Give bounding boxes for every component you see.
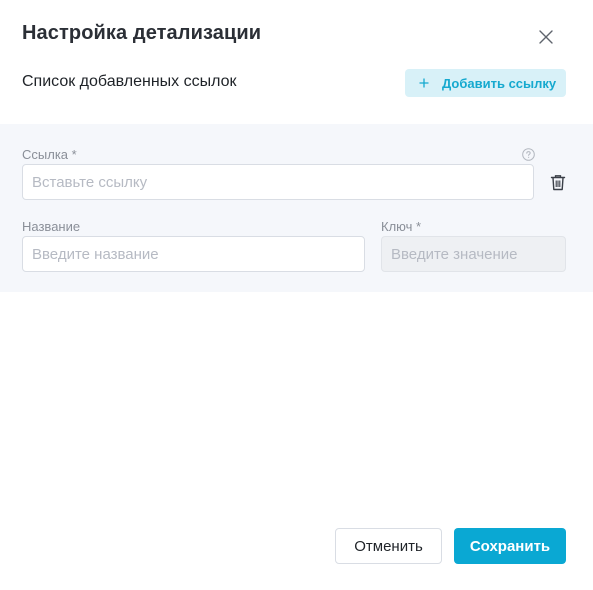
close-button[interactable] bbox=[536, 27, 556, 47]
cancel-button[interactable]: Отменить bbox=[335, 528, 442, 564]
link-field-label: Ссылка * bbox=[22, 147, 77, 162]
links-list-heading: Список добавленных ссылок bbox=[22, 73, 237, 90]
save-button[interactable]: Сохранить bbox=[454, 528, 566, 564]
detail-settings-dialog: Настройка детализации Список добавленных… bbox=[0, 0, 593, 590]
add-link-button[interactable]: Добавить ссылку bbox=[405, 69, 566, 97]
name-field-label: Название bbox=[22, 219, 81, 234]
link-input[interactable] bbox=[22, 164, 534, 200]
required-marker: * bbox=[71, 147, 77, 162]
dialog-title: Настройка детализации bbox=[22, 22, 262, 44]
key-input[interactable] bbox=[381, 236, 566, 272]
trash-icon bbox=[550, 175, 566, 191]
close-icon bbox=[539, 30, 553, 44]
add-link-label: Добавить ссылку bbox=[442, 75, 557, 91]
required-marker: * bbox=[416, 219, 422, 234]
key-field-label: Ключ * bbox=[381, 219, 422, 234]
delete-link-button[interactable] bbox=[550, 174, 566, 191]
help-icon[interactable] bbox=[522, 148, 535, 161]
plus-icon bbox=[419, 78, 429, 88]
name-input[interactable] bbox=[22, 236, 365, 272]
